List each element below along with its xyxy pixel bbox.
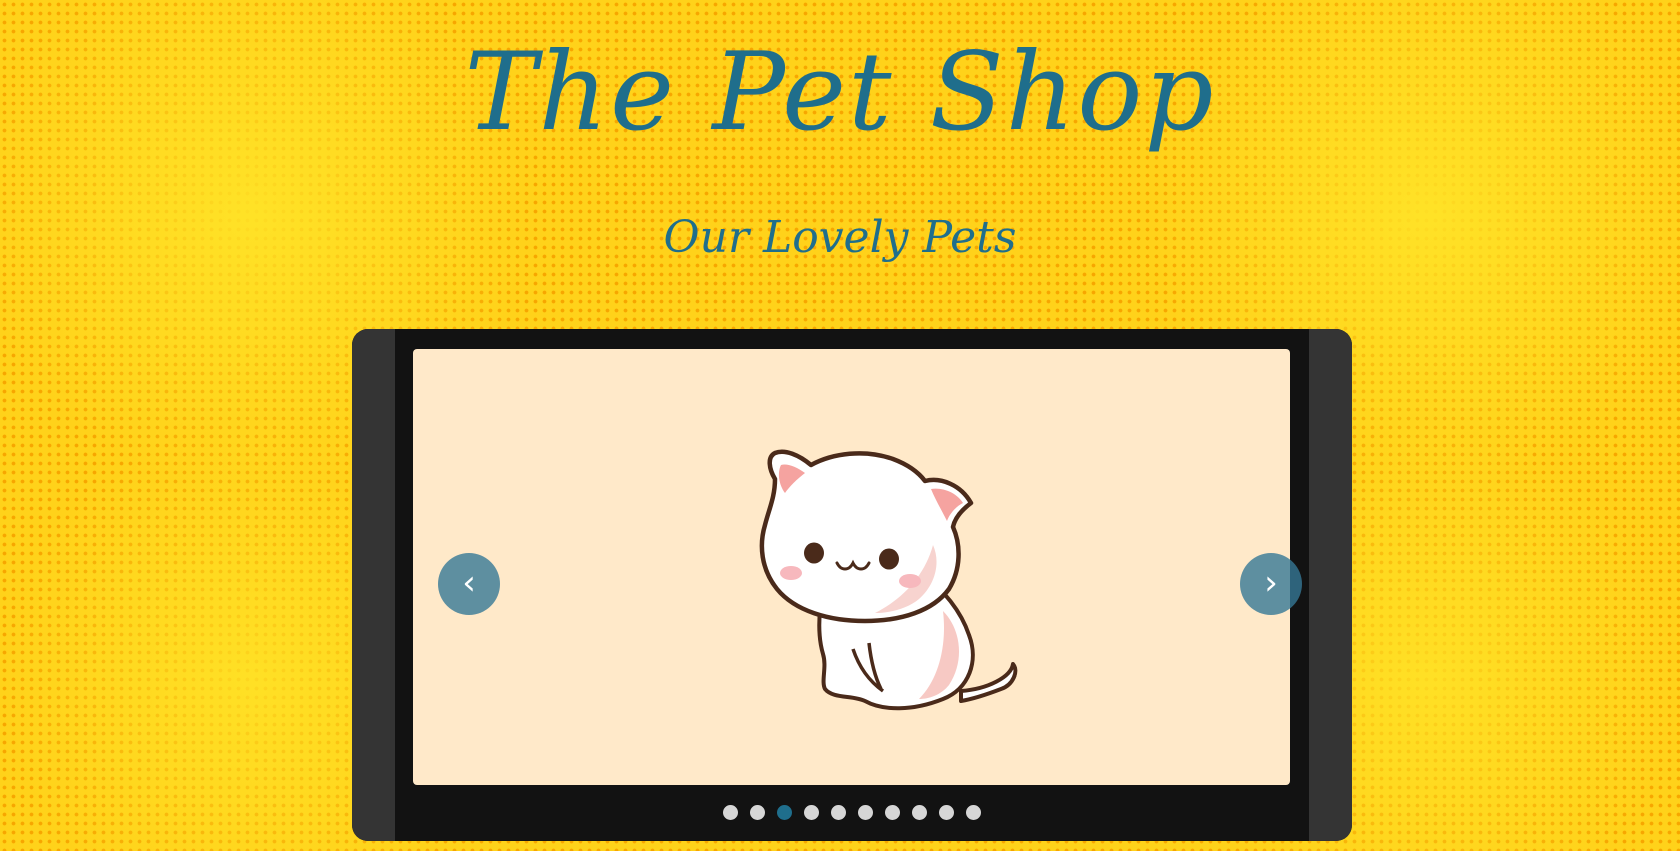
carousel-dot[interactable] bbox=[777, 805, 792, 820]
carousel-dot[interactable] bbox=[831, 805, 846, 820]
carousel-dot[interactable] bbox=[912, 805, 927, 820]
carousel-dot[interactable] bbox=[804, 805, 819, 820]
carousel-dot[interactable] bbox=[885, 805, 900, 820]
frame-side-right bbox=[1309, 329, 1352, 841]
carousel-pagination bbox=[352, 805, 1352, 821]
kitten-eye-left bbox=[804, 542, 824, 564]
site-title: The Pet Shop bbox=[464, 30, 1216, 155]
carousel-next-button[interactable]: › bbox=[1240, 553, 1302, 615]
kitten-image bbox=[759, 449, 1018, 711]
section-subtitle: Our Lovely Pets bbox=[663, 212, 1017, 263]
carousel-frame: ‹ › bbox=[352, 329, 1352, 841]
carousel-dot[interactable] bbox=[966, 805, 981, 820]
carousel-dot[interactable] bbox=[939, 805, 954, 820]
carousel-dot[interactable] bbox=[723, 805, 738, 820]
kitten-blush-left bbox=[780, 566, 802, 580]
carousel-slide bbox=[413, 349, 1290, 785]
carousel-prev-button[interactable]: ‹ bbox=[438, 553, 500, 615]
kitten-blush-right bbox=[899, 574, 921, 588]
frame-side-left bbox=[352, 329, 395, 841]
carousel-dot[interactable] bbox=[750, 805, 765, 820]
carousel-dot[interactable] bbox=[858, 805, 873, 820]
kitten-eye-right bbox=[879, 548, 899, 570]
